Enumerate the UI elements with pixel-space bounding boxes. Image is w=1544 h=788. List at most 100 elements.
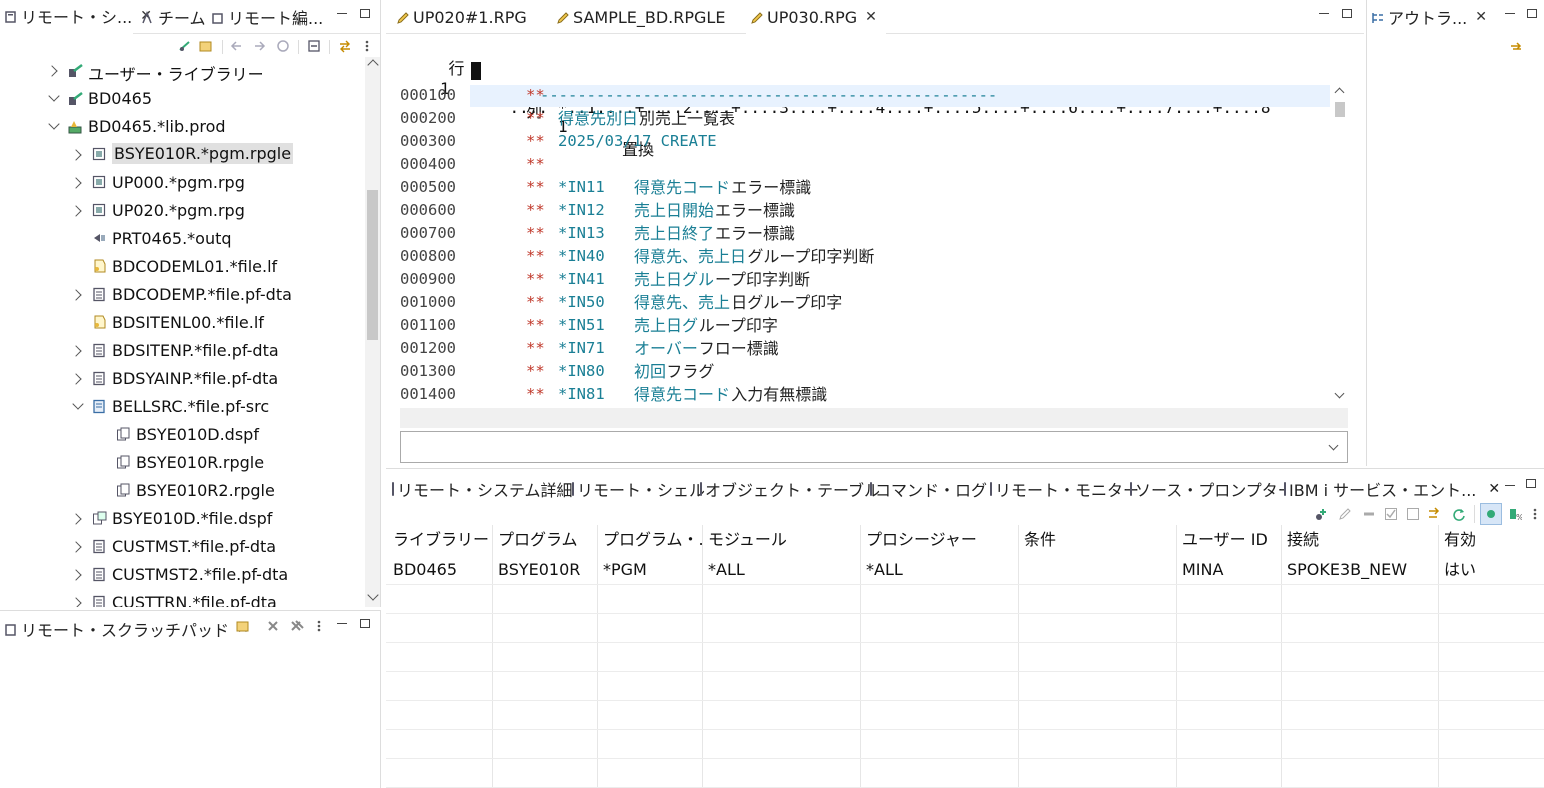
close-icon[interactable]: ✕ <box>865 9 877 25</box>
column-header[interactable]: プログラム・... <box>597 525 702 554</box>
scroll-up-arrow[interactable] <box>1334 87 1345 98</box>
tree-item[interactable]: BD0465 <box>0 85 365 113</box>
scroll-thumb[interactable] <box>1335 102 1345 117</box>
close-icon[interactable]: ✕ <box>1488 481 1500 497</box>
collapse-all-icon[interactable] <box>307 39 321 53</box>
column-header[interactable]: プロシージャー <box>860 525 1018 554</box>
link-with-editor-icon[interactable] <box>338 39 352 53</box>
tree-item[interactable]: BSYE010R.rpgle <box>0 449 365 477</box>
table-cell[interactable]: *PGM <box>597 555 702 584</box>
source-line[interactable]: 000300 ** 2025/03/17 CREATE <box>400 130 1330 153</box>
command-line-combo[interactable] <box>400 431 1348 463</box>
source-line[interactable]: 000200 ** 得意先別日 別売上一覧表 <box>400 107 1330 130</box>
chevron-right-icon[interactable] <box>70 345 82 357</box>
source-line[interactable]: 001400 ** *IN81 得意先コード 入力有無標識 <box>400 383 1330 406</box>
forward-icon[interactable] <box>253 39 267 53</box>
refresh-icon[interactable] <box>1452 507 1466 521</box>
scroll-thumb[interactable] <box>367 190 378 340</box>
enable-icon[interactable] <box>1384 507 1398 521</box>
remove-all-icon[interactable] <box>290 619 304 633</box>
column-header[interactable]: 有効 <box>1438 525 1544 554</box>
tab-scratchpad[interactable]: リモート・スクラッチパッド ✕ <box>0 611 249 647</box>
chevron-right-icon[interactable] <box>70 597 82 607</box>
column-header[interactable]: ライブラリー <box>387 525 492 554</box>
tree-item[interactable]: ユーザー・ライブラリー <box>0 57 365 85</box>
source-line[interactable]: 000100 ** --------------------------------… <box>400 84 1330 107</box>
scroll-up-arrow[interactable] <box>367 59 379 71</box>
scroll-down-arrow[interactable] <box>367 589 379 601</box>
view-menu-icon[interactable] <box>364 39 378 53</box>
tab-bottom-6[interactable]: IBM i サービス・エント... ✕ <box>1284 474 1500 504</box>
tree-item[interactable]: BSYE010D.dspf <box>0 421 365 449</box>
tree-item[interactable]: CUSTMST.*file.pf-dta <box>0 533 365 561</box>
minimize-button[interactable] <box>1505 13 1515 14</box>
minimize-button[interactable] <box>337 623 347 624</box>
back-icon[interactable] <box>230 39 244 53</box>
chevron-right-icon[interactable] <box>70 569 82 581</box>
tree-item[interactable]: BDCODEML01.*file.lf <box>0 253 365 281</box>
chevron-right-icon[interactable] <box>70 177 82 189</box>
scroll-down-arrow[interactable] <box>1334 388 1345 399</box>
table-cell[interactable]: MINA <box>1176 555 1281 584</box>
column-header[interactable]: ユーザー ID <box>1176 525 1281 554</box>
chevron-right-icon[interactable] <box>70 289 82 301</box>
source-line[interactable]: 000800 ** *IN40 得意先、売上日 グループ印字判断 <box>400 245 1330 268</box>
table-cell[interactable]: はい <box>1438 555 1544 584</box>
table-cell[interactable]: BSYE010R <box>492 555 597 584</box>
tab-remote-systems[interactable]: リモート・シ... ✕ <box>0 0 152 34</box>
home-icon[interactable] <box>276 39 290 53</box>
editor-scrollbar[interactable] <box>1332 84 1348 406</box>
chevron-right-icon[interactable] <box>70 149 82 161</box>
add-filter-icon[interactable] <box>236 619 250 633</box>
close-icon[interactable]: ✕ <box>1475 9 1487 25</box>
source-line[interactable]: 000400 ** <box>400 153 1330 176</box>
tab-bottom-5[interactable]: ソース・プロンプター <box>1130 474 1294 504</box>
tab-bottom-4[interactable]: リモート・モニター <box>990 474 1139 504</box>
table-cell[interactable] <box>1018 555 1176 584</box>
tree-item[interactable]: BDSITENL00.*file.lf <box>0 309 365 337</box>
minimize-button[interactable] <box>1505 485 1515 486</box>
tree-item[interactable]: PRT0465.*outq <box>0 225 365 253</box>
column-header[interactable]: モジュール <box>702 525 860 554</box>
remove-icon[interactable] <box>266 619 280 633</box>
tree-item[interactable]: UP020.*pgm.rpg <box>0 197 365 225</box>
source-line[interactable]: 001000 ** *IN50 得意先、売上 日グループ印字 <box>400 291 1330 314</box>
source-line[interactable]: 001200 ** *IN71 オーバー フロー標識 <box>400 337 1330 360</box>
tab-sample-bd-rpgle[interactable]: SAMPLE_BD.RPGLE <box>552 0 742 34</box>
remove-icon[interactable] <box>1362 507 1376 521</box>
new-connection-icon[interactable] <box>178 39 192 53</box>
chevron-down-icon[interactable] <box>1328 440 1339 451</box>
source-line[interactable]: 000600 ** *IN12 売上日開始 エラー標識 <box>400 199 1330 222</box>
tab-remote-edit[interactable]: リモート編... <box>207 0 323 34</box>
tree-item[interactable]: CUSTMST2.*file.pf-dta <box>0 561 365 589</box>
edit-icon[interactable] <box>1338 507 1352 521</box>
table-cell[interactable]: *ALL <box>860 555 1018 584</box>
tree-scrollbar[interactable] <box>365 57 380 607</box>
tree-item[interactable]: CUSTTRN.*file.pf-dta <box>0 589 365 607</box>
chevron-down-icon[interactable] <box>72 398 84 410</box>
maximize-button[interactable] <box>360 619 370 628</box>
chevron-down-icon[interactable] <box>48 90 60 102</box>
tree-item[interactable]: BD0465.*lib.prod <box>0 113 365 141</box>
tree-item[interactable]: BSYE010R.*pgm.rpgle <box>0 141 365 169</box>
tree-item[interactable]: BDSITENP.*file.pf-dta <box>0 337 365 365</box>
tree-item[interactable]: BSYE010D.*file.dspf <box>0 505 365 533</box>
maximize-button[interactable] <box>1527 9 1537 18</box>
source-line[interactable]: 001300 ** *IN80 初回 フラグ <box>400 360 1330 383</box>
chevron-right-icon[interactable] <box>70 541 82 553</box>
disable-icon[interactable] <box>1406 507 1420 521</box>
tree-item[interactable]: BDCODEMP.*file.pf-dta <box>0 281 365 309</box>
chevron-right-icon[interactable] <box>70 205 82 217</box>
tab-bottom-1[interactable]: リモート・シェル <box>572 474 705 504</box>
filter-icon[interactable] <box>199 39 213 53</box>
tree-item[interactable]: BELLSRC.*file.pf-src <box>0 393 365 421</box>
tab-outline[interactable]: アウトラ... ✕ <box>1367 0 1497 34</box>
view-menu-icon[interactable] <box>1532 507 1544 521</box>
chevron-down-icon[interactable] <box>48 118 60 130</box>
export-icon[interactable] <box>1428 507 1442 521</box>
chevron-right-icon[interactable] <box>46 65 58 77</box>
maximize-button[interactable] <box>1342 9 1352 18</box>
tree-item[interactable]: UP000.*pgm.rpg <box>0 169 365 197</box>
source-line[interactable]: 000500 ** *IN11 得意先コード エラー標識 <box>400 176 1330 199</box>
view-menu-icon[interactable] <box>316 619 330 633</box>
